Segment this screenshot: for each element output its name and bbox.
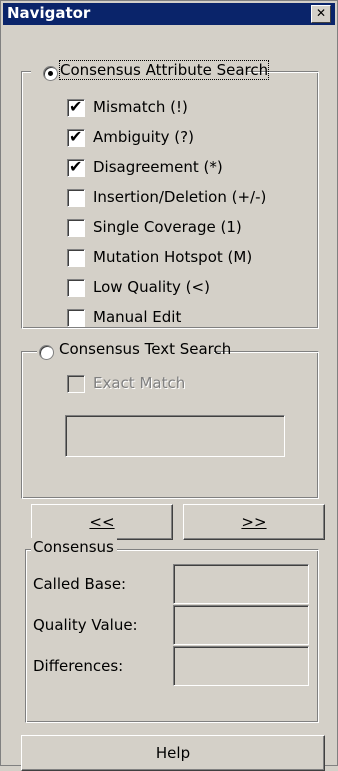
next-button[interactable]: >>: [183, 504, 325, 540]
text-search-input[interactable]: [65, 415, 285, 457]
text-search-radio[interactable]: [39, 345, 54, 360]
next-button-label: >>: [241, 513, 267, 531]
attribute-checkbox[interactable]: ✔: [67, 127, 85, 147]
attribute-checkbox-label: Single Coverage (1): [93, 218, 242, 236]
called-base-label: Called Base:: [33, 575, 127, 593]
attribute-checkbox-label: Ambiguity (?): [93, 128, 194, 146]
exact-match-checkbox[interactable]: [67, 375, 85, 393]
quality-value-label: Quality Value:: [33, 616, 138, 634]
attribute-checkbox[interactable]: [67, 249, 85, 267]
attribute-checkbox[interactable]: ✔: [67, 157, 85, 177]
attribute-checkbox-label: Mismatch (!): [93, 98, 188, 116]
consensus-legend: Consensus: [31, 538, 117, 556]
attribute-checkbox[interactable]: ✔: [67, 97, 85, 117]
attribute-search-legend-spacer: [25, 61, 313, 83]
prev-button-label: <<: [89, 513, 115, 531]
check-icon: ✔: [69, 127, 83, 146]
navigator-window: Navigator ✕ Consensus Attribute Search ✔…: [0, 0, 338, 771]
exact-match-label: Exact Match: [93, 374, 186, 392]
quality-value-field: [173, 605, 309, 645]
differences-field: [173, 646, 309, 686]
attribute-checkbox-label: Low Quality (<): [93, 278, 210, 296]
attribute-checkbox[interactable]: [67, 309, 85, 327]
close-button[interactable]: ✕: [311, 5, 331, 23]
attribute-checkbox-label: Insertion/Deletion (+/-): [93, 188, 267, 206]
attribute-checkbox-label: Disagreement (*): [93, 158, 223, 176]
attribute-checkbox-label: Manual Edit: [93, 308, 182, 326]
differences-label: Differences:: [33, 657, 124, 675]
called-base-field: [173, 564, 309, 604]
text-search-label[interactable]: Consensus Text Search: [59, 340, 231, 358]
prev-button[interactable]: <<: [31, 504, 173, 540]
help-button-label: Help: [155, 744, 191, 762]
attribute-checkbox[interactable]: [67, 219, 85, 237]
attribute-checkbox[interactable]: [67, 189, 85, 207]
attribute-checkbox[interactable]: [67, 279, 85, 297]
check-icon: ✔: [69, 157, 83, 176]
window-title: Navigator: [7, 4, 91, 22]
text-search-legend: Consensus Text Search: [37, 340, 231, 362]
attribute-checkbox-label: Mutation Hotspot (M): [93, 248, 253, 266]
check-icon: ✔: [69, 97, 83, 116]
close-icon: ✕: [315, 6, 327, 20]
title-bar[interactable]: Navigator ✕: [3, 3, 335, 25]
